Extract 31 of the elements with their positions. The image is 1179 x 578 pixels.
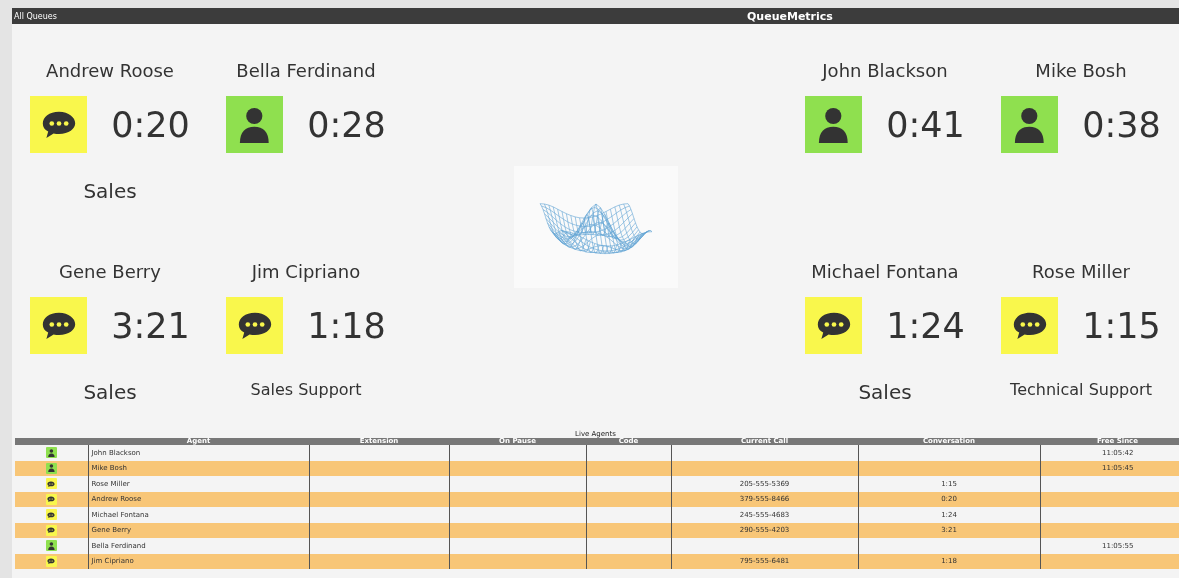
call-timer: 0:41 [886,104,965,145]
call-timer: 1:15 [1082,305,1161,346]
chat-bubble-icon [815,311,852,340]
queue-label: Sales [83,179,137,203]
chat-bubble-icon [40,110,77,139]
agent-name: Andrew Roose [46,60,174,82]
person-icon [239,106,270,143]
call-timer: 0:28 [307,104,386,145]
person-icon [818,106,849,143]
call-timer: 1:24 [886,305,965,346]
call-timer: 0:38 [1082,104,1161,145]
queue-label: Technical Support [1010,380,1152,399]
chat-bubble-icon [40,311,77,340]
agent-name: Bella Ferdinand [236,60,376,82]
agent-name: Gene Berry [59,261,161,283]
call-timer: 0:20 [111,104,190,145]
call-timer: 1:18 [307,305,386,346]
call-timer: 3:21 [111,305,190,346]
chat-bubble-icon [1011,311,1048,340]
agent-name: Mike Bosh [1035,60,1127,82]
queue-label: Sales [858,380,912,404]
queue-label: Sales [83,380,137,404]
person-icon [1014,106,1045,143]
agent-name: Jim Cipriano [251,261,361,283]
app-title: QueueMetrics [747,9,833,23]
agent-name: Michael Fontana [811,261,959,283]
chat-bubble-icon [236,311,273,340]
queue-filter-label: All Queues [13,11,57,21]
queue-label: Sales Support [250,380,362,399]
agent-name: John Blackson [822,60,948,82]
agent-name: Rose Miller [1032,261,1130,283]
